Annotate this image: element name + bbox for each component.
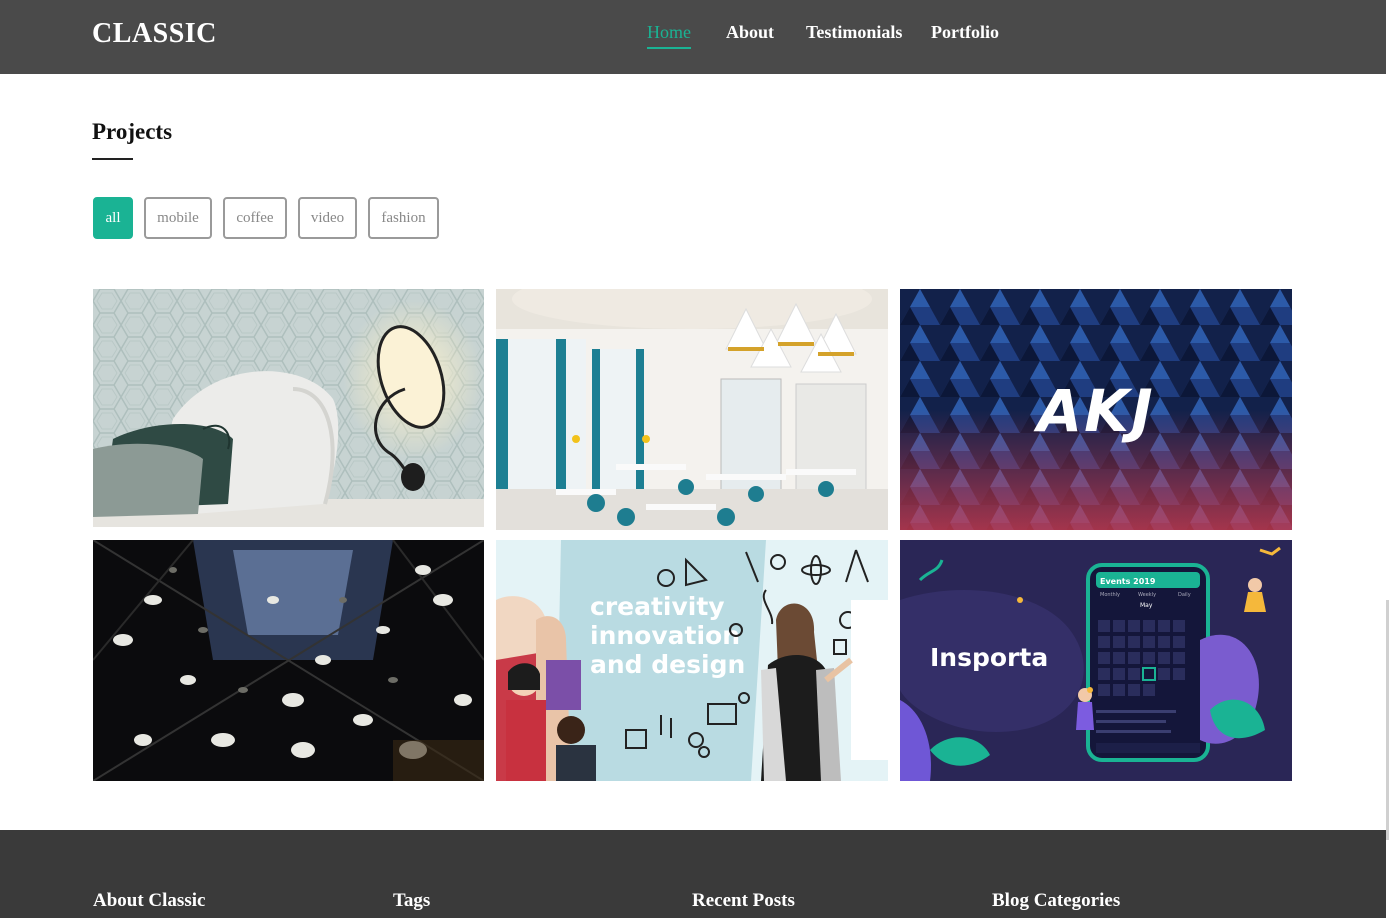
cafe-interior-image	[496, 289, 888, 530]
project-tile-insporta[interactable]: Insporta Events 2019 Monthly Weekly Dail…	[900, 540, 1292, 781]
creativity-image: creativity innovation and design	[496, 540, 888, 781]
nav-home[interactable]: Home	[647, 22, 691, 49]
filter-video[interactable]: video	[298, 197, 357, 239]
insporta-image: Insporta Events 2019 Monthly Weekly Dail…	[900, 540, 1292, 781]
project-tile-atrium[interactable]	[93, 540, 484, 781]
phone-tab-daily: Daily	[1178, 592, 1191, 598]
filter-all[interactable]: all	[93, 197, 133, 239]
creativity-line2: innovation	[590, 621, 740, 650]
phone-title: Events 2019	[1100, 577, 1156, 586]
footer: About Classic Tags Recent Posts Blog Cat…	[0, 830, 1386, 918]
insporta-brand-text: Insporta	[930, 643, 1048, 672]
footer-heading-about: About Classic	[93, 890, 206, 911]
bedroom-lamp-image	[93, 289, 484, 527]
title-underline	[92, 158, 133, 160]
phone-tab-monthly: Monthly	[1100, 592, 1120, 598]
filter-fashion[interactable]: fashion	[368, 197, 439, 239]
akj-image: AKJ	[900, 289, 1292, 530]
nav-about[interactable]: About	[726, 22, 774, 43]
project-tile-akj[interactable]: AKJ	[900, 289, 1292, 530]
nav-testimonials[interactable]: Testimonials	[806, 22, 902, 43]
nav-portfolio[interactable]: Portfolio	[931, 22, 999, 43]
filter-coffee[interactable]: coffee	[223, 197, 287, 239]
phone-month: May	[1140, 602, 1153, 609]
footer-heading-tags: Tags	[393, 890, 431, 911]
brand-logo[interactable]: CLASSIC	[92, 18, 217, 50]
project-tile-creativity[interactable]: creativity innovation and design	[496, 540, 888, 781]
filter-mobile[interactable]: mobile	[144, 197, 212, 239]
atrium-image	[93, 540, 484, 781]
creativity-line3: and design	[590, 650, 745, 679]
footer-heading-blog-categories: Blog Categories	[992, 890, 1121, 911]
phone-tab-weekly: Weekly	[1138, 592, 1156, 598]
project-tile-cafe-interior[interactable]	[496, 289, 888, 530]
creativity-line1: creativity	[590, 592, 725, 621]
projects-title: Projects	[92, 119, 173, 144]
footer-heading-recent-posts: Recent Posts	[692, 890, 795, 911]
navbar: CLASSIC Home About Testimonials Portfoli…	[0, 0, 1386, 74]
project-tile-bedroom-lamp[interactable]	[93, 289, 484, 527]
akj-logo-text: AKJ	[1033, 377, 1154, 445]
